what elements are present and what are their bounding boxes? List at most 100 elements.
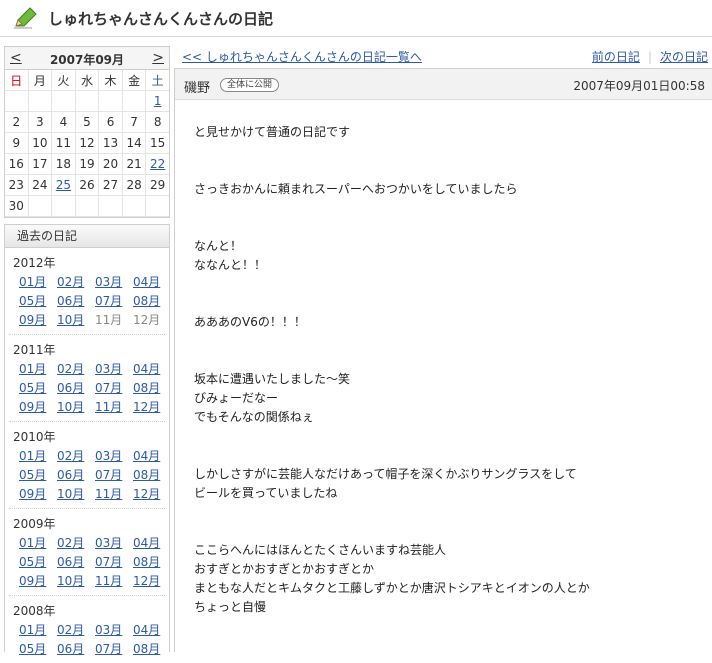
archive-month-link[interactable]: 10月: [57, 398, 95, 415]
archive-month-link[interactable]: 03月: [95, 447, 133, 464]
archive-month-link[interactable]: 05月: [19, 640, 57, 657]
entry-line: ビールを買っていましたね: [194, 486, 338, 500]
calendar-week: 9 10 11 12 13 14 15: [5, 132, 169, 154]
archive-month-link[interactable]: 01月: [19, 534, 57, 551]
archive-month-link[interactable]: 12月: [133, 572, 171, 589]
page-title: しゅれちゃんさんくんさんの日記: [48, 10, 274, 28]
archive-month-grid: 01月 02月 03月 04月 05月 06月 07月 08月: [13, 621, 161, 657]
archive-month-link[interactable]: 05月: [19, 292, 57, 309]
archive-month-link[interactable]: 08月: [133, 292, 171, 309]
archive-month-link[interactable]: 11月: [95, 398, 133, 415]
archive-month-link[interactable]: 06月: [57, 466, 95, 483]
archive-month-link[interactable]: 02月: [57, 621, 95, 638]
archive-month-link[interactable]: 04月: [133, 447, 171, 464]
archive-month-link[interactable]: 01月: [19, 621, 57, 638]
archive-month-link[interactable]: 11月: [95, 572, 133, 589]
archive-month-link[interactable]: 02月: [57, 534, 95, 551]
archive-month-link[interactable]: 07月: [95, 379, 133, 396]
archive-month-link[interactable]: 03月: [95, 360, 133, 377]
calendar-next-button[interactable]: >: [152, 50, 164, 66]
calendar-day: 4: [51, 111, 76, 133]
archive-month-link[interactable]: 04月: [133, 621, 171, 638]
archive-month-link[interactable]: 09月: [19, 572, 57, 589]
calendar-day: 19: [75, 153, 100, 175]
archive-month-link[interactable]: 01月: [19, 273, 57, 290]
archive-month-link[interactable]: 04月: [133, 534, 171, 551]
archive-month-link[interactable]: 07月: [95, 553, 133, 570]
weekday-sat: 土: [145, 70, 169, 91]
calendar-day: [98, 90, 123, 112]
archive-month-link[interactable]: 06月: [57, 553, 95, 570]
calendar-day: 21: [122, 153, 147, 175]
archive-month-link[interactable]: 09月: [19, 311, 57, 328]
calendar-day: 2: [5, 111, 29, 133]
archive-month-link[interactable]: 02月: [57, 447, 95, 464]
calendar-day: 15: [145, 132, 169, 154]
entry-line: と見せかけて普通の日記です: [194, 125, 351, 139]
archive-month-link[interactable]: 03月: [95, 273, 133, 290]
calendar-day-link[interactable]: 1: [145, 90, 169, 112]
entry-paragraph: なんと！ ななんと！！: [194, 237, 694, 275]
archive-year-label: 2011年: [13, 343, 56, 357]
archive-month-link[interactable]: 10月: [57, 485, 95, 502]
nav-separator: |: [647, 50, 652, 64]
calendar-day-link[interactable]: 25: [51, 174, 76, 196]
archive-month-link[interactable]: 06月: [57, 292, 95, 309]
archive-month-link[interactable]: 01月: [19, 447, 57, 464]
calendar-day: 14: [122, 132, 147, 154]
entry-paragraph: 坂本に遭遇いたしました～笑 びみょーだなー でもそんなの関係ねぇ: [194, 370, 694, 427]
calendar-day: 18: [51, 153, 76, 175]
archive-month-link[interactable]: 04月: [133, 360, 171, 377]
entry-author: 磯野: [184, 81, 211, 96]
archive-month-link[interactable]: 08月: [133, 466, 171, 483]
archive-month-link[interactable]: 05月: [19, 466, 57, 483]
archive-month-link[interactable]: 06月: [57, 379, 95, 396]
archive-month-link[interactable]: 01月: [19, 360, 57, 377]
archive-month-link[interactable]: 08月: [133, 379, 171, 396]
calendar-day-link[interactable]: 22: [145, 153, 169, 175]
prev-entry-link[interactable]: 前の日記: [592, 50, 640, 64]
page-header: しゅれちゃんさんくんさんの日記: [0, 0, 712, 37]
archive-month-grid: 01月 02月 03月 04月 05月 06月 07月 08月 09月 10月 …: [13, 273, 161, 328]
calendar-week: 2 3 4 5 6 7 8: [5, 111, 169, 133]
archive-month-link[interactable]: 10月: [57, 311, 95, 328]
entry-line: ここらへんにはほんとたくさんいますね芸能人: [194, 543, 447, 557]
archive-month-link[interactable]: 07月: [95, 292, 133, 309]
archive-month-link[interactable]: 02月: [57, 273, 95, 290]
archive-year: 2010年 01月 02月 03月 04月 05月 06月 07月 08月 09…: [9, 422, 165, 509]
archive-month-link[interactable]: 12月: [133, 398, 171, 415]
calendar-day: [98, 195, 123, 217]
archive-month-link[interactable]: 07月: [95, 640, 133, 657]
archive-month-link[interactable]: 09月: [19, 398, 57, 415]
calendar-day: [28, 195, 53, 217]
weekday-tue: 火: [51, 70, 76, 91]
archive-month-link[interactable]: 05月: [19, 379, 57, 396]
archive-panel: 過去の日記 2012年 01月 02月 03月 04月 05月 06月 07月 …: [4, 224, 171, 656]
archive-month-link[interactable]: 06月: [57, 640, 95, 657]
archive-year: 2009年 01月 02月 03月 04月 05月 06月 07月 08月 09…: [9, 509, 165, 596]
weekday-fri: 金: [122, 70, 147, 91]
archive-month-link[interactable]: 08月: [133, 553, 171, 570]
archive-month-link[interactable]: 09月: [19, 485, 57, 502]
entry-line: まともな人だとキムタクと工藤しずかとか唐沢トシアキとイオンの人とか: [194, 581, 590, 595]
archive-month-link[interactable]: 02月: [57, 360, 95, 377]
archive-month-link[interactable]: 03月: [95, 534, 133, 551]
calendar: < 2007年09月 > 日 月 火 水 木 金 土 1 2 3 4 5 6 7…: [4, 46, 170, 218]
archive-month-link[interactable]: 11月: [95, 485, 133, 502]
calendar-day: [145, 195, 169, 217]
calendar-day: 29: [145, 174, 169, 196]
archive-month-link[interactable]: 05月: [19, 553, 57, 570]
entry-body: と見せかけて普通の日記です さっきおかんに頼まれスーパーへおつかいをしていました…: [194, 123, 694, 655]
calendar-day: 3: [28, 111, 53, 133]
calendar-day: 17: [28, 153, 53, 175]
archive-month-link[interactable]: 07月: [95, 466, 133, 483]
archive-month-link[interactable]: 12月: [133, 485, 171, 502]
archive-month-link[interactable]: 08月: [133, 640, 171, 657]
archive-month-link[interactable]: 04月: [133, 273, 171, 290]
back-to-list-link[interactable]: << しゅれちゃんさんくんさんの日記一覧へ: [182, 48, 422, 65]
next-entry-link[interactable]: 次の日記: [660, 50, 708, 64]
calendar-day: 12: [75, 132, 100, 154]
archive-month-link[interactable]: 10月: [57, 572, 95, 589]
entry-line: びみょーだなー: [194, 391, 279, 405]
archive-month-link[interactable]: 03月: [95, 621, 133, 638]
